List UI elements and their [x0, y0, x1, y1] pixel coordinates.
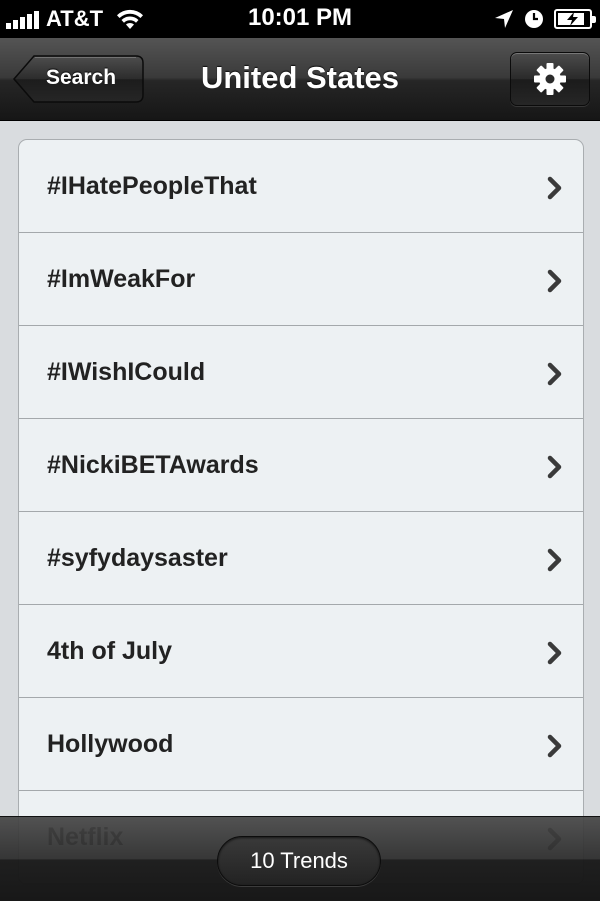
trend-label: Hollywood [47, 730, 174, 758]
back-button-label: Search [46, 66, 117, 89]
chevron-right-icon [547, 269, 562, 293]
trend-label: #syfydaysaster [47, 544, 228, 572]
status-bar: AT&T 10:01 PM [0, 0, 600, 38]
page-title: United States [200, 60, 400, 95]
location-arrow-icon [495, 10, 513, 28]
trend-row[interactable]: #syfydaysaster [19, 512, 583, 605]
chevron-right-icon [547, 362, 562, 386]
trend-label: #IWishICould [47, 358, 206, 386]
trend-label: 4th of July [47, 637, 173, 665]
trend-row[interactable]: Hollywood [19, 698, 583, 791]
trend-label: #IHatePeopleThat [47, 172, 257, 200]
navigation-bar: Search United States [0, 38, 600, 121]
trend-label: #NickiBETAwards [47, 451, 259, 479]
chevron-right-icon [547, 455, 562, 479]
trend-row[interactable]: 4th of July [19, 605, 583, 698]
trend-row[interactable]: #IWishICould [19, 326, 583, 419]
battery-charging-icon [554, 9, 596, 29]
trends-list: #IHatePeopleThat #ImWeakFor #IWishICould… [18, 139, 584, 885]
settings-button[interactable] [510, 52, 590, 106]
chevron-right-icon [547, 641, 562, 665]
chevron-right-icon [547, 176, 562, 200]
trend-row[interactable]: #NickiBETAwards [19, 419, 583, 512]
back-button[interactable]: Search [12, 54, 144, 104]
trend-label: #ImWeakFor [47, 265, 196, 293]
trend-row[interactable]: #IHatePeopleThat [19, 140, 583, 233]
trends-count-badge: 10 Trends [217, 836, 381, 886]
bottom-toolbar: 10 Trends [0, 816, 600, 901]
chevron-right-icon [547, 548, 562, 572]
gear-icon [534, 63, 566, 95]
chevron-right-icon [547, 734, 562, 758]
trend-row[interactable]: #ImWeakFor [19, 233, 583, 326]
clock-icon [525, 10, 543, 28]
